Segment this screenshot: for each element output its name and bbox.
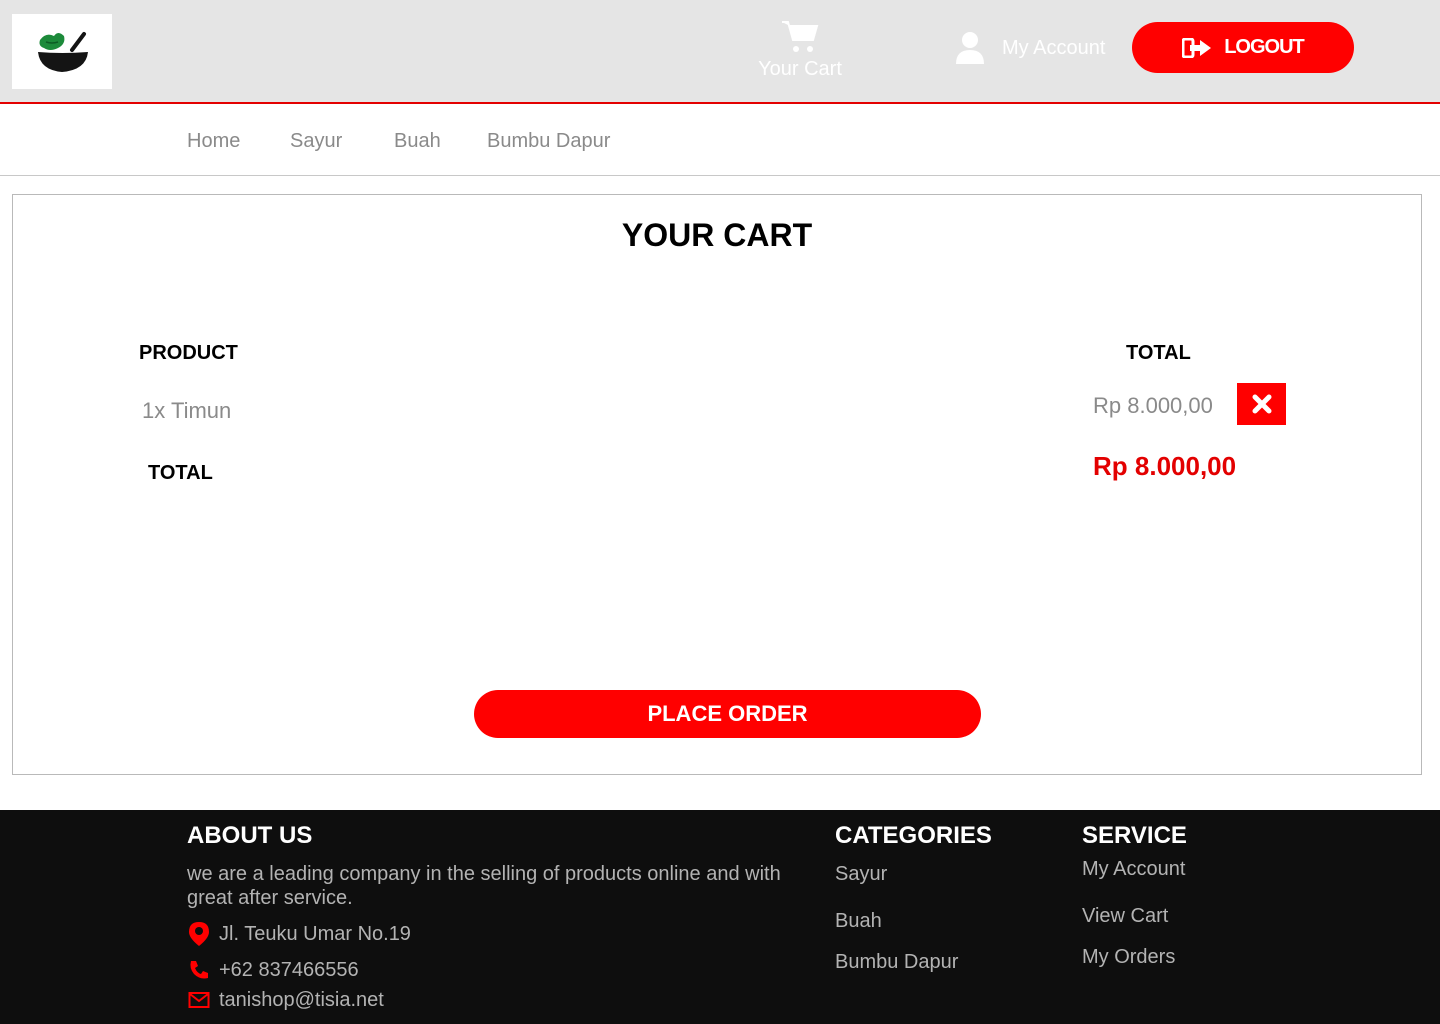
account-link[interactable]: My Account	[954, 30, 1105, 66]
footer-category-bumbu-dapur[interactable]: Bumbu Dapur	[835, 951, 958, 974]
footer-link-view-cart[interactable]: View Cart	[1082, 905, 1168, 928]
cart-panel: YOUR CART PRODUCT TOTAL 1x Timun Rp 8.00…	[12, 194, 1422, 775]
categories-heading: CATEGORIES	[835, 822, 992, 849]
logout-icon	[1182, 37, 1212, 58]
footer-link-my-orders[interactable]: My Orders	[1082, 946, 1175, 969]
location-pin-icon	[187, 922, 211, 946]
close-icon	[1252, 394, 1271, 414]
page-title: YOUR CART	[621, 217, 813, 253]
logout-label: LOGOUT	[1224, 36, 1305, 58]
remove-item-button[interactable]	[1237, 383, 1286, 425]
user-icon	[956, 32, 984, 64]
footer-link-my-account[interactable]: My Account	[1082, 858, 1185, 881]
service-heading: SERVICE	[1082, 822, 1187, 849]
place-order-button[interactable]: PLACE ORDER	[474, 690, 981, 738]
logout-button[interactable]: LOGOUT	[1132, 22, 1354, 73]
about-text: we are a leading company in the selling …	[187, 863, 781, 909]
nav-item-sayur[interactable]: Sayur	[290, 130, 342, 153]
nav-item-home[interactable]: Home	[187, 130, 240, 153]
email-text[interactable]: tanishop@tisia.net	[219, 989, 384, 1012]
cart-item-price: Rp 8.000,00	[1093, 393, 1213, 418]
address-text: Jl. Teuku Umar No.19	[219, 922, 411, 945]
address-row: Jl. Teuku Umar No.19	[187, 922, 411, 946]
footer-category-buah[interactable]: Buah	[835, 910, 882, 933]
nav-item-bumbu-dapur[interactable]: Bumbu Dapur	[487, 130, 610, 153]
account-link-label: My Account	[1002, 36, 1106, 59]
cart-item-product: 1x Timun	[142, 398, 232, 423]
total-label: TOTAL	[148, 462, 213, 484]
main-nav: Home Sayur Buah Bumbu Dapur	[0, 106, 1440, 176]
logo[interactable]	[12, 14, 112, 89]
phone-icon	[187, 958, 211, 982]
phone-text: +62 837466556	[219, 958, 359, 981]
total-column-header: TOTAL	[1126, 342, 1191, 364]
header: Your Cart My Account LOGOUT	[0, 0, 1440, 104]
nav-item-buah[interactable]: Buah	[394, 130, 441, 153]
about-heading: ABOUT US	[187, 822, 313, 849]
logo-bowl-icon	[38, 31, 88, 72]
footer-category-sayur[interactable]: Sayur	[835, 863, 887, 886]
product-column-header: PRODUCT	[139, 342, 238, 364]
mail-icon	[187, 988, 211, 1012]
cart-link[interactable]: Your Cart	[748, 18, 852, 81]
email-row: tanishop@tisia.net	[187, 988, 384, 1012]
footer: ABOUT US we are a leading company in the…	[0, 810, 1440, 1024]
cart-icon	[782, 21, 819, 52]
phone-row: +62 837466556	[187, 958, 359, 982]
cart-link-label: Your Cart	[758, 58, 842, 80]
grand-total: Rp 8.000,00	[1093, 451, 1237, 481]
